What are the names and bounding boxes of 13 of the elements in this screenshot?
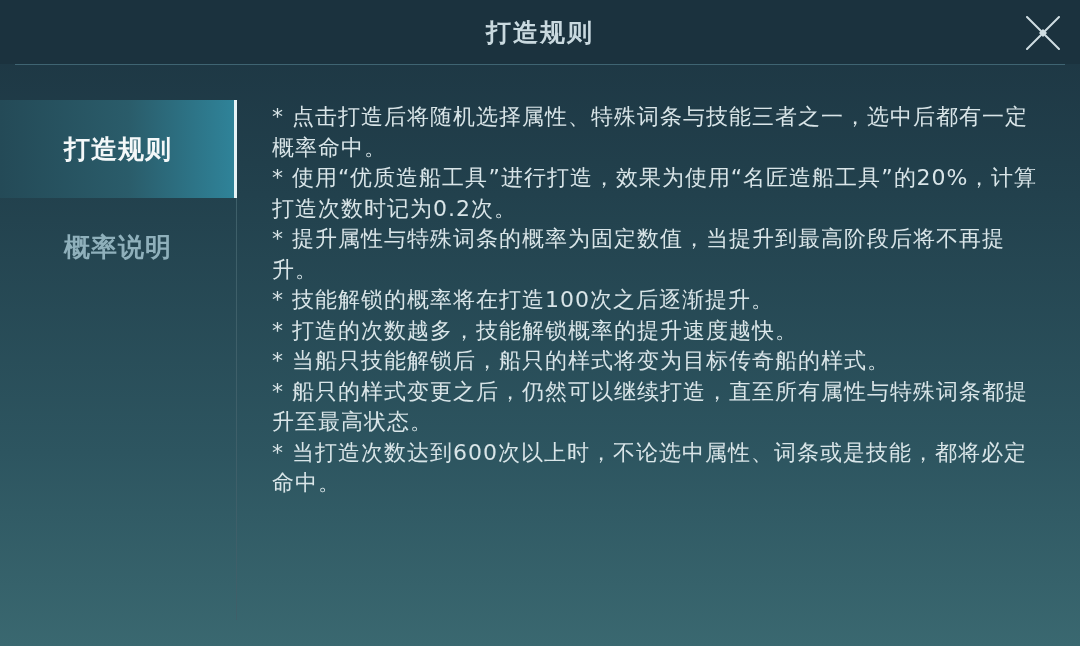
rule-text: * 船只的样式变更之后，仍然可以继续打造，直至所有属性与特殊词条都提升至最高状态。 xyxy=(272,377,1029,436)
rule-text: * 使用“优质造船工具”进行打造，效果为使用“名匠造船工具”的20%，计算打造次数时记为0.2次。 xyxy=(272,164,1039,223)
rule-text: * 技能解锁的概率将在打造100次之后逐渐提升。 xyxy=(272,286,775,314)
rule-text: * 当船只技能解锁后，船只的样式将变为目标传奇船的样式。 xyxy=(272,347,891,375)
sidebar-tab[interactable]: 概率说明 xyxy=(0,198,237,296)
close-icon xyxy=(1026,16,1060,50)
close-button[interactable] xyxy=(1026,16,1060,50)
rule-text: * 当打造次数达到600次以上时，不论选中属性、词条或是技能，都将必定命中。 xyxy=(272,438,1028,497)
rule-text: * 点击打造后将随机选择属性、特殊词条与技能三者之一，选中后都有一定概率命中。 xyxy=(272,103,1029,162)
rule-text: * 提升属性与特殊词条的概率为固定数值，当提升到最高阶段后将不再提升。 xyxy=(272,225,1006,284)
panel-title: 打造规则 xyxy=(486,16,594,49)
rule-text: * 打造的次数越多，技能解锁概率的提升速度越快。 xyxy=(272,316,799,345)
sidebar-tab[interactable]: 打造规则 xyxy=(0,100,237,198)
